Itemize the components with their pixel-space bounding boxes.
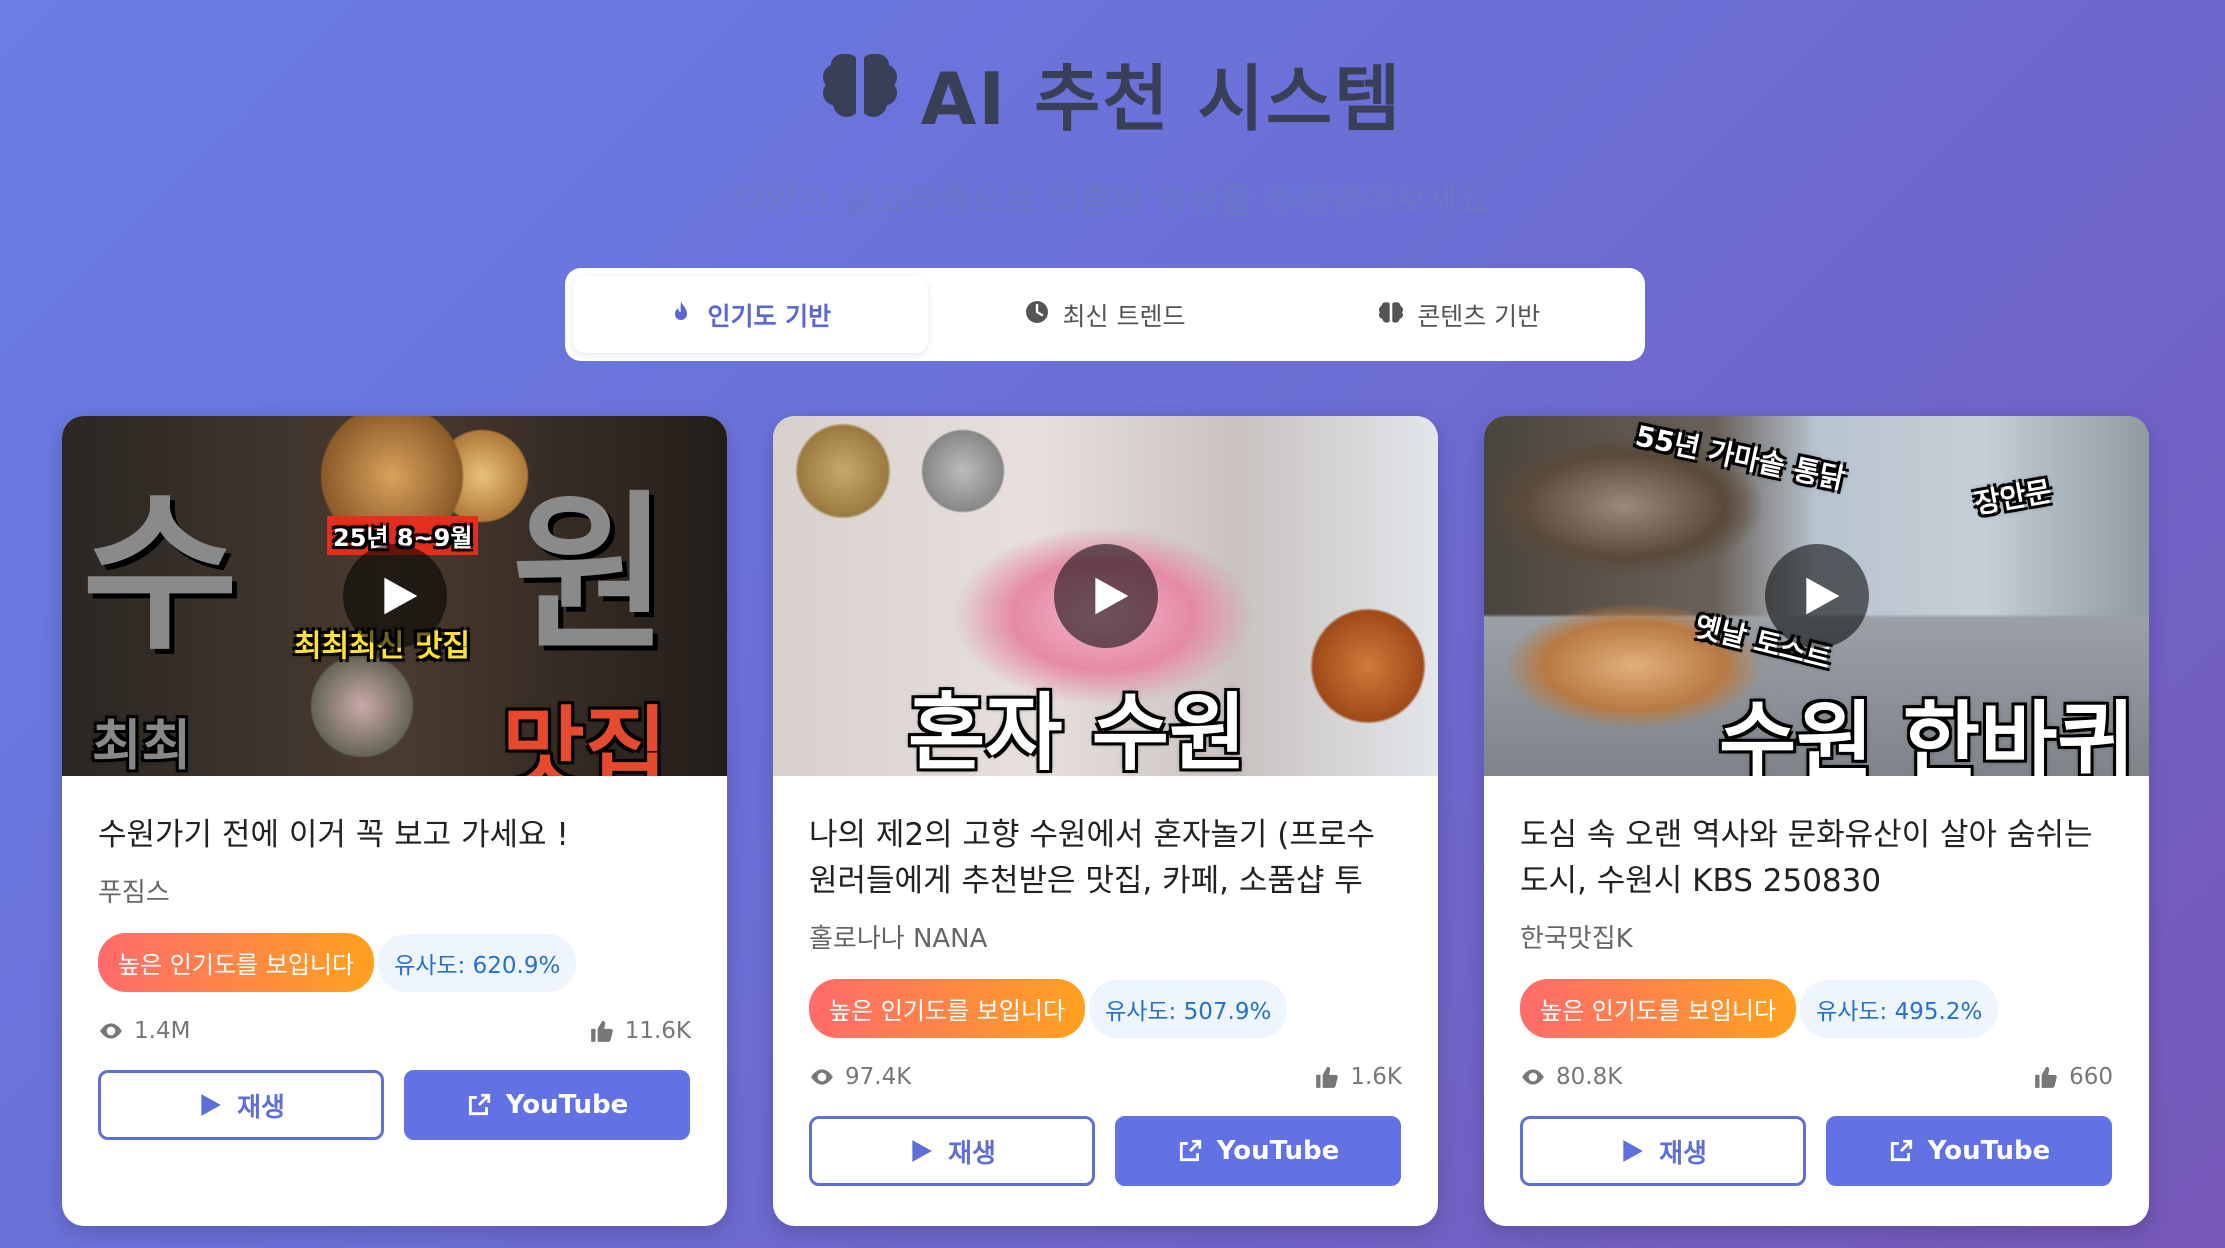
thumbs-up-icon <box>1316 1066 1339 1088</box>
play-icon <box>383 577 417 615</box>
external-link-icon <box>1890 1139 1912 1162</box>
play-button-label: 재생 <box>1659 1138 1707 1169</box>
play-icon <box>1623 1140 1643 1162</box>
video-card: 55년 가마솥 통닭 장안문 옛날 토스트 수원 한바퀴 도심 속 오랜 역사와… <box>1484 416 2149 1226</box>
like-count: 660 <box>2033 1064 2113 1090</box>
play-icon <box>912 1140 932 1162</box>
algorithm-tabs: 인기도 기반 최신 트렌드 콘텐츠 기반 <box>565 268 1645 361</box>
play-button-label: 재생 <box>237 1092 285 1123</box>
youtube-button[interactable]: YouTube <box>1826 1116 2112 1186</box>
video-title[interactable]: 도심 속 오랜 역사와 문화유산이 살아 숨쉬는 도시, 수원시 KBS 250… <box>1520 812 2113 904</box>
popularity-badge: 높은 인기도를 보입니다 <box>98 933 375 992</box>
tab-content[interactable]: 콘텐츠 기반 <box>1282 276 1637 353</box>
like-count-value: 660 <box>2069 1064 2113 1090</box>
page-subtitle: 다양한 알고리즘으로 맞춤형 영상을 추천받아보세요 <box>733 181 1492 221</box>
view-count: 80.8K <box>1520 1064 1622 1090</box>
play-button[interactable]: 재생 <box>1520 1116 1806 1186</box>
like-count: 1.6K <box>1314 1064 1402 1090</box>
similarity-badge: 유사도: 507.9% <box>1089 979 1288 1038</box>
thumbs-up-icon <box>2035 1066 2057 1088</box>
play-button[interactable]: 재생 <box>809 1116 1095 1186</box>
tab-label: 콘텐츠 기반 <box>1417 301 1541 331</box>
page-title-text: AI 추천 시스템 <box>920 57 1403 141</box>
clock-icon <box>1025 300 1049 330</box>
page-title: AI 추천 시스템 <box>822 40 1403 145</box>
popularity-badge: 높은 인기도를 보입니다 <box>809 979 1086 1038</box>
like-count: 11.6K <box>589 1018 691 1044</box>
like-count-value: 1.6K <box>1350 1064 1402 1090</box>
like-count-value: 11.6K <box>624 1018 691 1044</box>
youtube-button[interactable]: YouTube <box>404 1070 690 1140</box>
thumbnail-text: 원 <box>512 476 669 674</box>
popularity-badge: 높은 인기도를 보입니다 <box>1520 979 1797 1038</box>
play-overlay-button[interactable] <box>1053 544 1158 648</box>
thumbs-up-icon <box>590 1020 613 1042</box>
play-overlay-button[interactable] <box>342 544 447 648</box>
video-title[interactable]: 수원가기 전에 이거 꼭 보고 가세요 ! <box>98 812 691 858</box>
external-link-icon <box>468 1093 490 1116</box>
youtube-button[interactable]: YouTube <box>1115 1116 1401 1186</box>
play-button[interactable]: 재생 <box>98 1070 384 1140</box>
thumbnail-text: 수원 한바퀴 <box>1719 692 2135 776</box>
view-count-value: 1.4M <box>134 1018 191 1044</box>
thumbnail-text: 수 <box>82 476 239 674</box>
video-thumbnail[interactable]: 55년 가마솥 통닭 장안문 옛날 토스트 수원 한바퀴 <box>1484 416 2149 776</box>
tab-trend[interactable]: 최신 트렌드 <box>928 276 1283 353</box>
thumbnail-text: 혼자 수원 <box>908 684 1247 776</box>
channel-name: 홀로나나 NANA <box>809 924 988 954</box>
channel-name: 푸짐스 <box>98 878 170 908</box>
video-thumbnail[interactable]: 혼자 수원 <box>773 416 1438 776</box>
fire-icon <box>669 300 693 330</box>
view-count-value: 80.8K <box>1556 1064 1623 1090</box>
play-overlay-button[interactable] <box>1764 544 1869 648</box>
tab-label: 인기도 기반 <box>707 301 832 331</box>
tab-popularity[interactable]: 인기도 기반 <box>573 276 928 353</box>
play-icon <box>201 1094 221 1116</box>
view-count-value: 97.4K <box>845 1064 912 1090</box>
view-count: 1.4M <box>98 1018 190 1044</box>
thumbnail-text: 최최 <box>92 714 192 776</box>
page-header: AI 추천 시스템 다양한 알고리즘으로 맞춤형 영상을 추천받아보세요 <box>0 40 2225 222</box>
youtube-button-label: YouTube <box>1927 1136 2051 1166</box>
play-icon <box>1094 577 1128 615</box>
brain-icon <box>1379 300 1404 330</box>
youtube-button-label: YouTube <box>505 1090 629 1120</box>
eye-icon <box>1522 1069 1544 1085</box>
play-button-label: 재생 <box>948 1138 996 1169</box>
channel-name: 한국맛집K <box>1520 924 1633 954</box>
video-card: 혼자 수원 나의 제2의 고향 수원에서 혼자놀기 (프로수원러들에게 추천받은… <box>773 416 1438 1226</box>
video-thumbnail[interactable]: 수 원 25년 8~9월 최최최신 맛집 맛집 최최 <box>62 416 727 776</box>
external-link-icon <box>1179 1139 1201 1162</box>
similarity-badge: 유사도: 495.2% <box>1800 979 1999 1038</box>
eye-icon <box>811 1069 833 1085</box>
eye-icon <box>100 1023 122 1039</box>
youtube-button-label: YouTube <box>1216 1136 1340 1166</box>
video-title[interactable]: 나의 제2의 고향 수원에서 혼자놀기 (프로수원러들에게 추천받은 맛집, 카… <box>809 812 1402 904</box>
play-icon <box>1805 577 1839 615</box>
brain-icon <box>822 50 897 135</box>
thumbnail-text: 맛집 <box>502 697 668 776</box>
view-count: 97.4K <box>809 1064 911 1090</box>
tab-label: 최신 트렌드 <box>1062 301 1186 331</box>
video-card: 수 원 25년 8~9월 최최최신 맛집 맛집 최최 수원가기 전에 이거 꼭 … <box>62 416 727 1226</box>
similarity-badge: 유사도: 620.9% <box>378 933 577 992</box>
